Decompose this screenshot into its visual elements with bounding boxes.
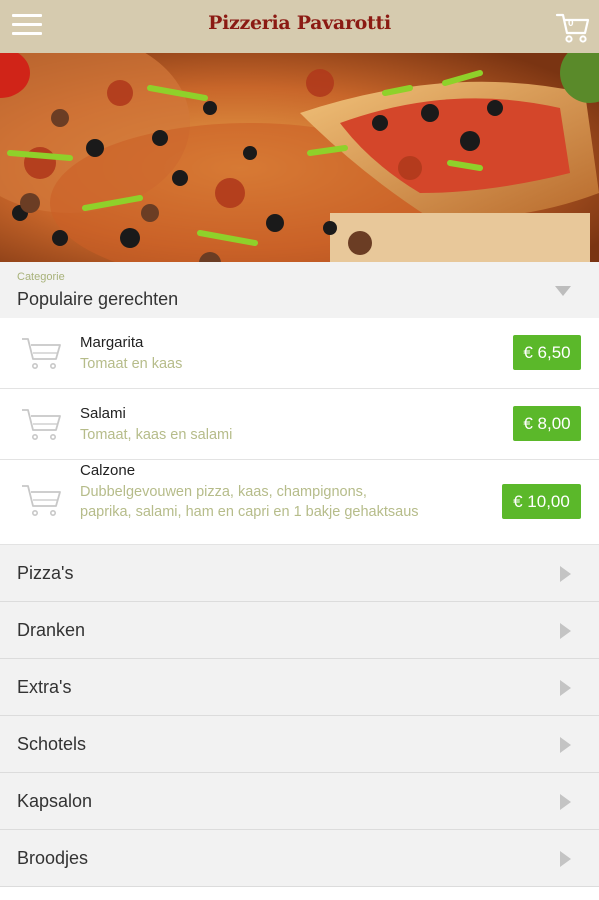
app-logo: Pizzeria Pavarotti: [208, 12, 391, 34]
price-button[interactable]: € 6,50: [513, 335, 581, 370]
product-list: Margarita Tomaat en kaas € 6,50 Salami T…: [0, 318, 599, 545]
menu-item-label: Schotels: [17, 734, 87, 754]
shopping-cart-button[interactable]: 0: [555, 9, 591, 45]
price-button[interactable]: € 8,00: [513, 406, 581, 441]
pizza-illustration: [0, 53, 599, 262]
menu-item-kapsalon[interactable]: Kapsalon: [0, 773, 599, 830]
menu-item-label: Kapsalon: [17, 791, 93, 811]
price-button[interactable]: € 10,00: [502, 484, 581, 519]
menu-item-label: Pizza's: [17, 563, 74, 583]
chevron-right-icon: [560, 680, 571, 696]
product-name: Margarita: [80, 334, 144, 351]
category-menu-list: Pizza's Dranken Extra's Schotels Kapsalo…: [0, 545, 599, 887]
menu-item-extras[interactable]: Extra's: [0, 659, 599, 716]
menu-item-pizzas[interactable]: Pizza's: [0, 545, 599, 602]
menu-item-label: Extra's: [17, 677, 72, 697]
menu-item-label: Dranken: [17, 620, 86, 640]
add-to-cart-icon[interactable]: [20, 335, 62, 371]
add-to-cart-icon[interactable]: [20, 482, 62, 518]
cart-count-badge: 0: [568, 18, 574, 29]
menu-item-schotels[interactable]: Schotels: [0, 716, 599, 773]
product-name: Calzone: [80, 462, 136, 479]
app-header: Pizzeria Pavarotti 0: [0, 0, 599, 53]
chevron-right-icon: [560, 851, 571, 867]
product-item-calzone[interactable]: Calzone Dubbelgevouwen pizza, kaas, cham…: [0, 460, 599, 545]
chevron-right-icon: [560, 794, 571, 810]
menu-item-dranken[interactable]: Dranken: [0, 602, 599, 659]
product-description: Dubbelgevouwen pizza, kaas, champignons,…: [80, 484, 419, 520]
chevron-right-icon: [560, 623, 571, 639]
chevron-right-icon: [560, 737, 571, 753]
category-selected-value: Populaire gerechten: [17, 289, 179, 309]
product-description: Tomaat en kaas: [80, 356, 183, 372]
product-item-margarita[interactable]: Margarita Tomaat en kaas € 6,50: [0, 318, 599, 389]
chevron-down-icon: [555, 286, 571, 296]
product-name: Salami: [80, 405, 126, 422]
product-item-salami[interactable]: Salami Tomaat, kaas en salami € 8,00: [0, 389, 599, 460]
hero-pizza-image: [0, 53, 599, 262]
chevron-right-icon: [560, 566, 571, 582]
category-dropdown[interactable]: Categorie Populaire gerechten: [0, 262, 599, 318]
add-to-cart-icon[interactable]: [20, 406, 62, 442]
product-description: Tomaat, kaas en salami: [80, 427, 233, 443]
menu-item-label: Broodjes: [17, 848, 89, 868]
category-label: Categorie: [17, 271, 65, 283]
menu-item-broodjes[interactable]: Broodjes: [0, 830, 599, 887]
